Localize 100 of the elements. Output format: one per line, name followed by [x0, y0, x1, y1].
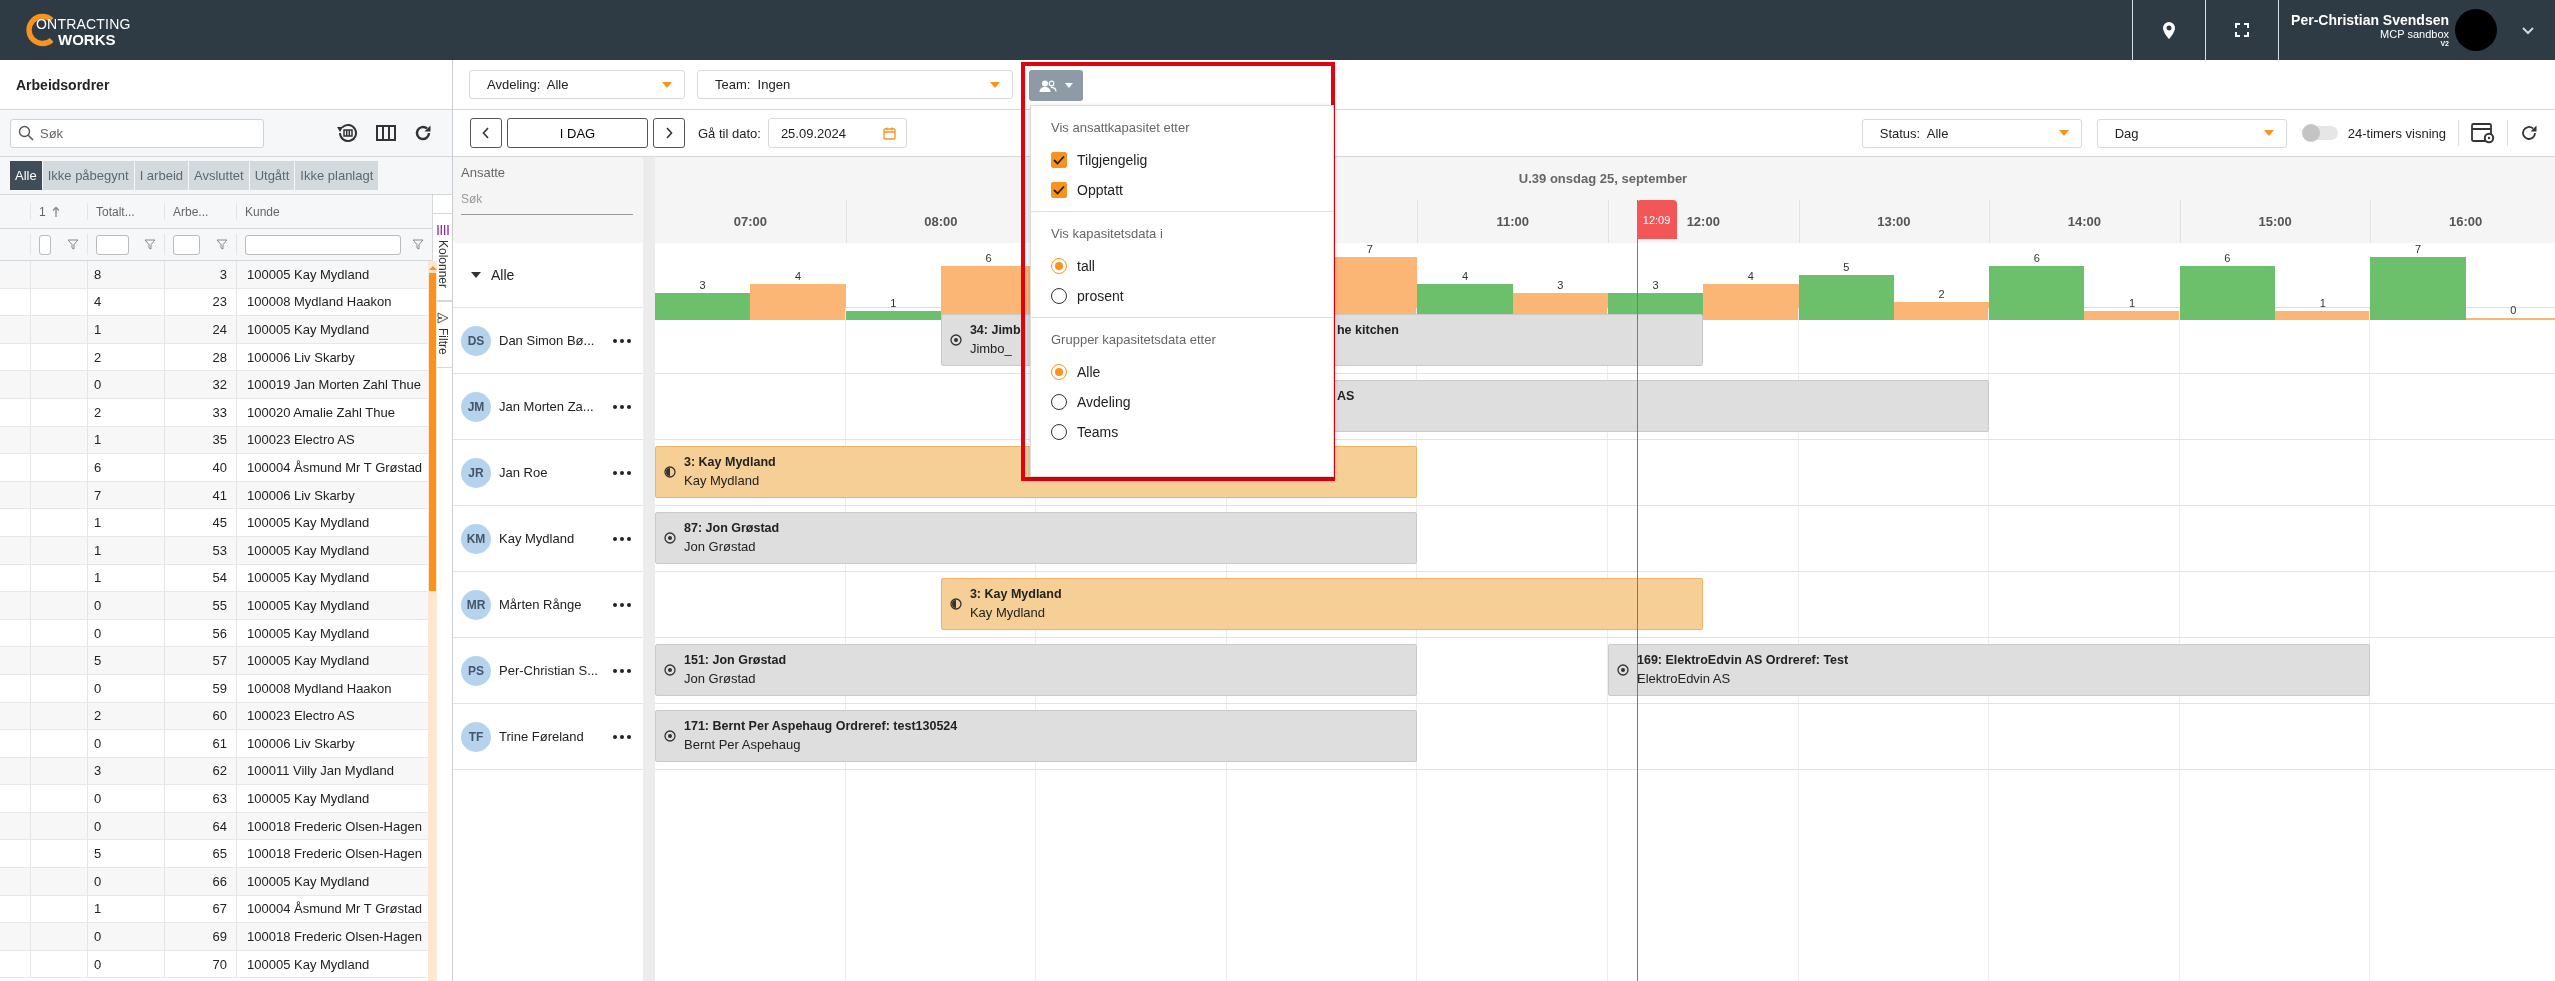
- table-cell: 54: [164, 564, 236, 592]
- table-cell: 1: [87, 509, 164, 536]
- capacity-value: 6: [984, 252, 993, 264]
- table-cell: 23: [164, 288, 236, 316]
- task-title: 3: Kay Mydland: [969, 586, 1062, 604]
- task-customer: Jon Grøstad: [684, 669, 757, 688]
- task-title: 171: Bernt Per Aspehaug Ordreref: test130524: [684, 718, 958, 736]
- table-cell: 0: [87, 812, 164, 840]
- employee-name: Jan Morten Za...: [499, 399, 594, 414]
- capacity-value: 7: [1365, 243, 1374, 255]
- hour-label: 16:00: [2449, 214, 2483, 229]
- capacity-value: 4: [1746, 270, 1755, 282]
- table-cell: 64: [164, 812, 236, 840]
- hour-label: 15:00: [2258, 214, 2292, 229]
- task-title: 151: Jon Grøstad: [684, 652, 787, 670]
- date-title: U.39 onsdag 25, september: [1518, 171, 1688, 186]
- employee-name: Mårten Rånge: [499, 597, 582, 612]
- hour-label: 11:00: [1496, 214, 1529, 229]
- table-cell: 61: [164, 730, 236, 757]
- employee-avatar: JR: [461, 457, 491, 488]
- task-title: 87: Jon Grøstad: [684, 520, 780, 538]
- table-cell: 6: [87, 454, 164, 481]
- hour-label: 12:00: [1686, 214, 1720, 229]
- employee-name: Kay Mydland: [499, 531, 575, 546]
- toggle-label: 24-timers visning: [2347, 125, 2446, 141]
- capacity-value: 6: [2223, 252, 2232, 264]
- table-cell: 1: [87, 895, 164, 923]
- capacity-value: 3: [1556, 279, 1565, 291]
- table-cell: 55: [164, 592, 236, 619]
- capacity-value: 4: [793, 270, 802, 282]
- table-cell: 0: [87, 785, 164, 812]
- table-cell: 1: [87, 536, 164, 564]
- hour-label: 13:00: [1877, 214, 1911, 229]
- table-cell: 41: [164, 481, 236, 509]
- table-cell: 24: [164, 316, 236, 343]
- table-cell: 40: [164, 454, 236, 481]
- employee-name: Dan Simon Bø...: [499, 333, 595, 348]
- table-cell: 2: [87, 343, 164, 371]
- menu-heading: Grupper kapasitetsdata etter: [1051, 332, 1217, 347]
- table-cell: 5: [87, 647, 164, 674]
- table-cell: 63: [164, 785, 236, 812]
- table-cell: 0: [87, 923, 164, 950]
- table-cell: 65: [164, 840, 236, 868]
- table-cell: 8: [87, 261, 164, 288]
- table-cell: 56: [164, 619, 236, 647]
- table-cell: 0: [87, 592, 164, 619]
- table-cell: 60: [164, 702, 236, 730]
- employee-avatar: DS: [461, 325, 491, 356]
- employee-name: Trine Føreland: [499, 729, 584, 744]
- table-cell: 70: [164, 950, 236, 978]
- table-cell: 0: [87, 730, 164, 757]
- table-cell: 7: [87, 481, 164, 509]
- table-cell: 35: [164, 426, 236, 454]
- table-cell: 5: [87, 840, 164, 868]
- employee-avatar: MR: [461, 589, 491, 620]
- hour-label: 07:00: [733, 214, 767, 229]
- logo-text: ONTRACTING: [36, 17, 131, 31]
- employee-avatar: TF: [461, 721, 491, 752]
- menu-heading: Vis ansattkapasitet etter: [1051, 120, 1191, 135]
- table-cell: 0: [87, 868, 164, 895]
- table-cell: 33: [164, 398, 236, 426]
- employee-avatar: KM: [461, 523, 491, 554]
- capacity-value: 3: [1651, 279, 1660, 291]
- table-cell: 67: [164, 895, 236, 923]
- capacity-value: 1: [2318, 297, 2327, 309]
- table-cell: 1: [87, 426, 164, 454]
- task-customer: Kay Mydland: [969, 603, 1047, 622]
- capacity-value: 1: [2128, 297, 2137, 309]
- table-cell: 28: [164, 343, 236, 371]
- employee-name: Jan Roe: [499, 465, 548, 480]
- table-cell: 4: [87, 288, 164, 316]
- logo-text: WORKS: [58, 32, 117, 47]
- capacity-value: 4: [1460, 270, 1470, 282]
- task-title: 169: ElektroEdvin AS Ordreref: Test: [1637, 652, 1849, 670]
- table-cell: 0: [87, 371, 164, 398]
- employee-avatar: PS: [461, 655, 491, 686]
- task-customer: Jon Grøstad: [684, 537, 757, 556]
- table-cell: 66: [164, 868, 236, 895]
- capacity-value: 1: [889, 297, 898, 309]
- table-cell: 1: [87, 316, 164, 343]
- table-cell: 3: [87, 757, 164, 785]
- task-title: he kitchen: [1337, 323, 1399, 337]
- capacity-value: 2: [1937, 288, 1946, 300]
- task-title: AS: [1337, 389, 1355, 403]
- table-cell: 3: [164, 261, 236, 288]
- table-cell: 57: [164, 647, 236, 674]
- task-customer: Bernt Per Aspehaug: [684, 735, 802, 754]
- date-label: Gå til dato:: [698, 125, 761, 141]
- task-title: 3: Kay Mydland: [684, 454, 776, 472]
- hour-label: 14:00: [2067, 214, 2102, 229]
- user-name: Per-Christian Svendsen: [2291, 11, 2449, 28]
- table-cell: 45: [164, 509, 236, 536]
- table-cell: 32: [164, 371, 236, 398]
- employee-name: Per-Christian S...: [499, 663, 598, 678]
- table-cell: 53: [164, 536, 236, 564]
- capacity-value: 6: [2032, 252, 2041, 264]
- capacity-value: 3: [698, 279, 707, 291]
- capacity-value: 5: [1842, 261, 1851, 273]
- task-title: 34: Jimb: [969, 322, 1021, 340]
- table-cell: 62: [164, 757, 236, 785]
